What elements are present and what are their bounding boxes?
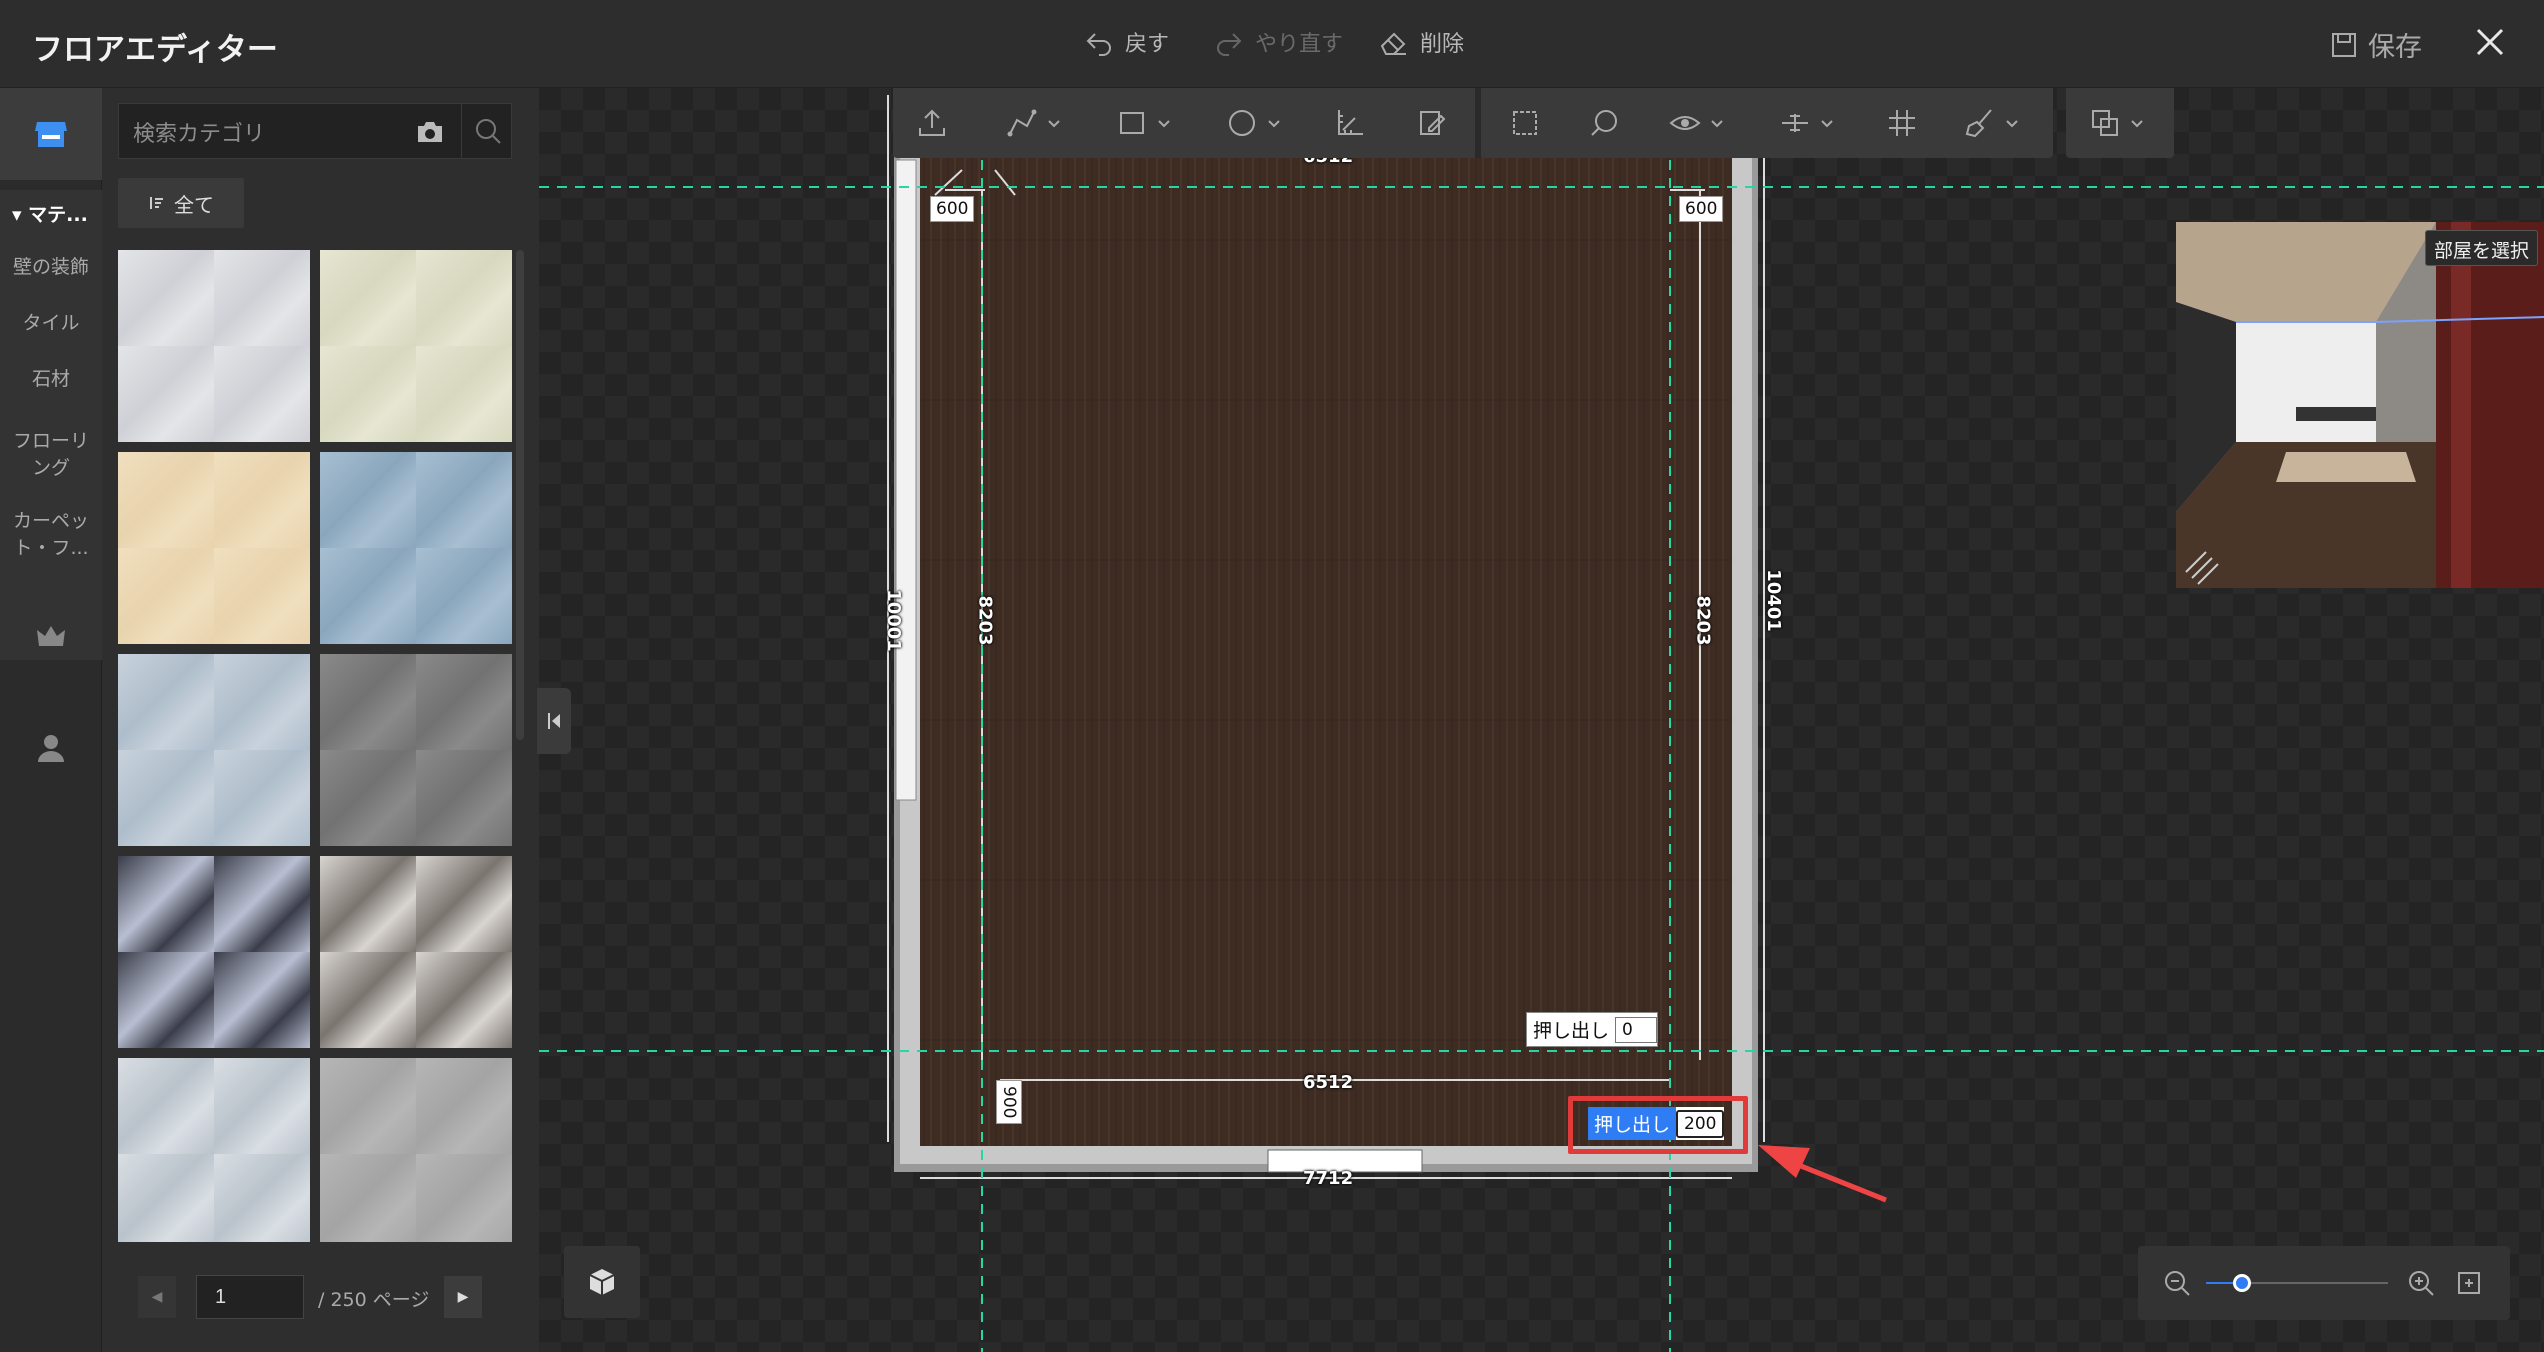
- extrude-value[interactable]: 0: [1615, 1016, 1658, 1043]
- dim-bottom-outer: 7712: [1303, 1168, 1354, 1189]
- align-tool[interactable]: [1778, 106, 1836, 140]
- chevron-down-icon: [1158, 120, 1170, 128]
- grid-tool[interactable]: [1885, 106, 1919, 140]
- magnify-room-icon: [1591, 110, 1617, 136]
- layer-toolbar: [2066, 88, 2174, 158]
- dim-left-inner: 8203: [974, 595, 996, 646]
- rectangle-icon: [1120, 112, 1144, 134]
- chevron-down-icon: [1048, 120, 1060, 128]
- dim-bottom-inner: 6512: [1303, 1072, 1354, 1093]
- fit-view-icon[interactable]: [2454, 1268, 2484, 1298]
- chevron-down-icon: [2006, 120, 2018, 128]
- circle-icon: [1229, 110, 1255, 136]
- dim-corner-tl: 600: [930, 196, 975, 222]
- eye-icon: [1669, 116, 1701, 130]
- chevron-down-icon: [2131, 120, 2143, 128]
- layers-tool[interactable]: [2088, 106, 2146, 140]
- dim-right-outer: 10401: [1762, 569, 1784, 632]
- room-detect-tool[interactable]: [1588, 106, 1622, 140]
- floor-editor-window: フロアエディター 戻す やり直す 削除 保存 ▾ マテ... 壁の装飾 タイル …: [0, 0, 2544, 1352]
- window-left[interactable]: [895, 159, 917, 801]
- draw-line-tool[interactable]: [1005, 106, 1063, 140]
- dim-corner-tr: 600: [1679, 196, 1724, 222]
- zoom-out-icon[interactable]: [2162, 1268, 2192, 1298]
- pen-line-icon: [1007, 109, 1037, 137]
- select-area-icon: [1513, 111, 1537, 135]
- align-icon: [1782, 114, 1808, 132]
- visibility-tool[interactable]: [1668, 106, 1726, 140]
- layers-icon: [2092, 110, 2118, 136]
- grid-icon: [1889, 110, 1915, 136]
- zoom-slider-knob[interactable]: [2233, 1274, 2252, 1292]
- dim-right-inner: 8203: [1692, 595, 1714, 646]
- extrude-field-inactive[interactable]: 押し出し 0: [1526, 1012, 1659, 1047]
- zoom-control: [2138, 1246, 2510, 1320]
- cube-icon: [589, 1269, 615, 1295]
- collapse-left-icon: [548, 713, 560, 729]
- edit-tool[interactable]: [1415, 106, 1449, 140]
- toolbar-divider: [1475, 88, 1481, 158]
- 3d-preview[interactable]: [2176, 222, 2544, 588]
- chevron-down-icon: [1821, 120, 1833, 128]
- zoom-track[interactable]: [2206, 1274, 2388, 1292]
- edit-icon: [1420, 111, 1446, 135]
- dim-left-outer: 10001: [882, 589, 904, 652]
- highlight-box: [1568, 1096, 1748, 1154]
- drawing-toolbar: [893, 88, 2053, 158]
- brush-icon: [1965, 109, 1992, 138]
- view-3d-button[interactable]: [564, 1246, 640, 1318]
- rectangle-tool[interactable]: [1115, 106, 1173, 140]
- floor-area[interactable]: [920, 158, 1732, 1146]
- select-area-tool[interactable]: [1508, 106, 1542, 140]
- chevron-down-icon: [1711, 120, 1723, 128]
- paint-tool[interactable]: [1963, 106, 2021, 140]
- room-select-button[interactable]: 部屋を選択: [2425, 230, 2539, 266]
- dimension-tool[interactable]: [1333, 106, 1367, 140]
- upload-icon: [919, 109, 945, 136]
- import-tool[interactable]: [915, 106, 949, 140]
- circle-tool[interactable]: [1225, 106, 1283, 140]
- extrude-label: 押し出し: [1533, 1020, 1610, 1042]
- zoom-in-icon[interactable]: [2406, 1268, 2436, 1298]
- dim-corner-bl: 900: [996, 1080, 1022, 1125]
- floor-plan[interactable]: [0, 0, 2544, 1352]
- chevron-down-icon: [1268, 120, 1280, 128]
- ruler-icon: [1338, 110, 1363, 135]
- collapse-panel-button[interactable]: [537, 688, 571, 754]
- pointer-arrow: [1758, 1145, 1887, 1203]
